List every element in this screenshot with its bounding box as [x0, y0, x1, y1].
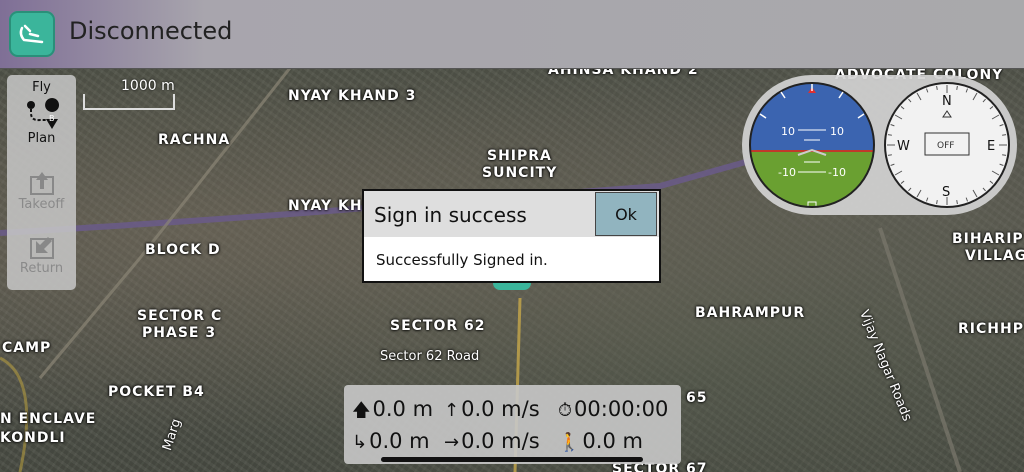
compass-tick — [936, 200, 938, 205]
map-label: SECTOR C — [137, 308, 223, 324]
qgc-logo-icon[interactable] — [9, 11, 55, 57]
compass-tick — [887, 154, 892, 156]
plan-route-icon: B — [26, 98, 59, 129]
map-label: RICHHP — [958, 321, 1024, 337]
attitude-indicator: 10 10 -10 -10 — [749, 82, 875, 208]
map-label: NYAY KHAND 3 — [288, 88, 417, 104]
fly-plan-button[interactable]: Fly B Plan — [7, 80, 76, 146]
return-label: Return — [19, 261, 64, 276]
map-label: NYAY KH — [288, 198, 363, 214]
vertical-speed-arrow-icon: ↑ — [444, 400, 460, 421]
map-label: 65 — [686, 390, 708, 406]
altitude-value: 0.0 m — [372, 397, 434, 421]
compass-tick — [1002, 154, 1007, 156]
map-scale: 1000 m — [83, 78, 176, 112]
map-label: SHIPRA — [487, 148, 552, 164]
map-label: AHINSA KHAND 2 — [548, 68, 699, 78]
map-label: RACHNA — [158, 132, 231, 148]
pitch-up-right: 10 — [830, 125, 844, 138]
top-toolbar: Disconnected — [0, 0, 1024, 69]
home-return-arrow-icon: ↳ — [352, 432, 368, 453]
plan-label: Plan — [27, 131, 56, 146]
compass-tick — [936, 85, 938, 90]
pitch-down-right: -10 — [828, 166, 846, 179]
pitch-down-left: -10 — [778, 166, 796, 179]
compass-east: E — [987, 139, 995, 154]
connection-status: Disconnected — [69, 17, 233, 45]
altitude-up-arrow-icon: 🡅 — [352, 400, 371, 421]
compass-tick — [1002, 134, 1007, 136]
fly-label: Fly — [32, 80, 51, 95]
sign-in-dialog: Sign in success Ok Successfully Signed i… — [364, 191, 659, 281]
map-label: BLOCK D — [145, 242, 221, 258]
dialog-message: Successfully Signed in. — [376, 251, 548, 269]
telemetry-scrollbar[interactable] — [381, 457, 643, 462]
flight-time-value: 00:00:00 — [574, 397, 669, 421]
takeoff-button[interactable]: Takeoff — [7, 169, 76, 212]
distance-pilot-readout: 🚶0.0 m — [558, 429, 643, 453]
map-label: VILLAG — [965, 248, 1024, 264]
compass-west: W — [897, 139, 910, 154]
map-label: KONDLI — [0, 430, 66, 446]
ground-speed-readout: →0.0 m/s — [444, 429, 540, 453]
distance-home-readout: ↳0.0 m — [352, 429, 430, 453]
distance-home-value: 0.0 m — [369, 429, 430, 453]
compass-south: S — [942, 185, 950, 200]
map-label: POCKET B4 — [108, 384, 205, 400]
map-label: SECTOR 62 — [390, 318, 486, 334]
map-label: BIHARIP — [952, 231, 1024, 247]
ground-speed-value: 0.0 m/s — [461, 429, 540, 453]
ok-button[interactable]: Ok — [595, 192, 657, 236]
telemetry-panel[interactable]: 🡅0.0 m ↑0.0 m/s ⏱00:00:00 ↳0.0 m →0.0 m/… — [344, 385, 681, 464]
map-label: SUNCITY — [482, 165, 558, 181]
compass-indicator: N S E W OFF — [884, 82, 1010, 208]
fly-toolbar: Fly B Plan Takeoff Return — [7, 75, 76, 290]
map-label: N ENCLAVE — [0, 411, 97, 427]
map-label: BAHRAMPUR — [695, 305, 806, 321]
altitude-readout: 🡅0.0 m — [352, 397, 433, 428]
return-button[interactable]: Return — [7, 233, 76, 276]
takeoff-icon — [29, 172, 54, 195]
ground-speed-arrow-icon: → — [444, 432, 460, 453]
compass-tick — [956, 85, 958, 90]
return-icon — [29, 237, 54, 259]
svg-text:B: B — [49, 114, 55, 123]
dialog-title: Sign in success — [374, 203, 527, 227]
map-label: CAMP — [2, 340, 52, 356]
walking-person-icon: 🚶 — [558, 432, 581, 453]
compass-north: N — [942, 94, 952, 109]
pitch-up-left: 10 — [781, 125, 795, 138]
map-label: PHASE 3 — [142, 325, 217, 341]
flight-time-readout: ⏱00:00:00 — [558, 397, 668, 421]
scale-label: 1000 m — [121, 78, 175, 94]
vertical-speed-readout: ↑0.0 m/s — [444, 397, 540, 421]
instrument-panel[interactable]: 10 10 -10 -10 N S E W OFF — [742, 75, 1017, 215]
stopwatch-icon: ⏱ — [558, 400, 573, 421]
scale-bar — [83, 94, 175, 110]
map-label: Sector 62 Road — [380, 349, 480, 364]
heading-off-label: OFF — [937, 141, 954, 151]
takeoff-label: Takeoff — [18, 197, 65, 212]
compass-tick — [887, 134, 892, 136]
vehicle-marker — [493, 281, 531, 290]
vertical-speed-value: 0.0 m/s — [461, 397, 540, 421]
distance-pilot-value: 0.0 m — [582, 429, 643, 453]
dialog-header: Sign in success Ok — [364, 191, 659, 237]
compass-tick — [956, 200, 958, 205]
